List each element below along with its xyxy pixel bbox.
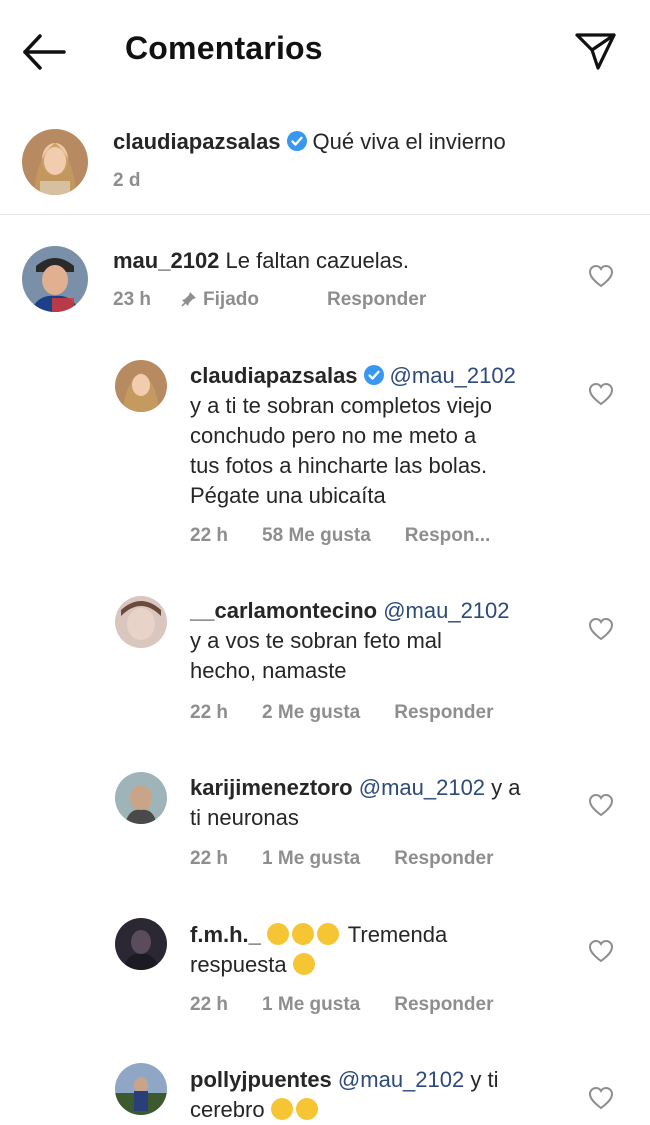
send-button[interactable] [572, 28, 618, 74]
comment-meta: 23 h Fijado Responder [113, 289, 460, 311]
like-button[interactable] [588, 939, 614, 963]
reply-body: y ti [470, 1067, 499, 1092]
reply-button[interactable]: Responder [394, 994, 493, 1015]
reply-meta: 22 h 1 Me gusta Responder [190, 848, 527, 870]
send-icon [575, 33, 616, 70]
reply-body: y a [491, 775, 521, 800]
reply-body-line: ti neuronas [190, 805, 299, 830]
pinned-label: Fijado [181, 289, 293, 310]
reply-time: 22 h [190, 525, 229, 546]
like-button[interactable] [588, 382, 614, 406]
reply-body-line: y a vos te sobran feto mal [190, 628, 442, 653]
like-button[interactable] [588, 617, 614, 641]
like-button[interactable] [588, 1086, 614, 1110]
reply-text: karijimeneztoro @mau_2102 y a ti neurona… [190, 773, 521, 833]
reply-username[interactable]: karijimeneztoro [190, 775, 353, 800]
reply-username[interactable]: __carlamontecino [190, 598, 377, 623]
reply-time: 22 h [190, 702, 229, 723]
reply-button[interactable]: Responder [327, 289, 426, 310]
heart-icon [588, 793, 614, 817]
laughing-emoji-icon [292, 953, 315, 975]
verified-icon [286, 129, 307, 151]
reply-text: __carlamontecino @mau_2102 y a vos te so… [190, 596, 510, 686]
scream-emoji-icon [292, 923, 315, 945]
likes-count[interactable]: 1 Me gusta [262, 994, 360, 1015]
reply-button[interactable]: Responder [394, 848, 493, 869]
reply-meta: 22 h 1 Me gusta Responder [190, 994, 527, 1016]
mention-link[interactable]: @mau_2102 [338, 1067, 464, 1092]
caption-username[interactable]: claudiapazsalas [113, 129, 281, 154]
heart-icon [588, 939, 614, 963]
reply-meta: 22 h 58 Me gusta Respon... [190, 525, 490, 547]
reply-meta: 22 h 2 Me gusta Responder [190, 702, 527, 724]
reply-avatar[interactable] [115, 772, 167, 824]
like-button[interactable] [588, 793, 614, 817]
caption-text: claudiapazsalas Qué viva el invierno [113, 127, 506, 157]
comment-username[interactable]: mau_2102 [113, 248, 219, 273]
like-button[interactable] [588, 264, 614, 288]
likes-count[interactable]: 58 Me gusta [262, 525, 371, 546]
reply-time: 22 h [190, 848, 229, 869]
mention-link[interactable]: @mau_2102 [383, 598, 509, 623]
reply-button[interactable]: Responder [394, 702, 493, 723]
sad-emoji-icon [295, 1098, 318, 1120]
caption-avatar[interactable] [22, 129, 88, 195]
scream-emoji-icon [267, 923, 290, 945]
reply-avatar[interactable] [115, 918, 167, 970]
reply-username[interactable]: f.m.h._ [190, 922, 261, 947]
caption-time: 2 d [113, 170, 141, 191]
rolling-eyes-emoji-icon [270, 1098, 293, 1120]
reply-body-line: Pégate una ubicaíta [190, 483, 386, 508]
likes-count[interactable]: 2 Me gusta [262, 702, 360, 723]
comment-body: Le faltan cazuelas. [225, 248, 410, 273]
reply-text: pollyjpuentes @mau_2102 y ti cerebro [190, 1065, 498, 1125]
scream-emoji-icon [317, 923, 340, 945]
mention-link[interactable]: @mau_2102 [359, 775, 485, 800]
comment-time: 23 h [113, 289, 152, 310]
reply-time: 22 h [190, 994, 229, 1015]
page-title: Comentarios [125, 30, 323, 66]
reply-body-line: tus fotos a hincharte las bolas. [190, 453, 488, 478]
reply-body-line: cerebro [190, 1097, 265, 1122]
back-arrow-icon [23, 34, 66, 70]
back-button[interactable] [20, 28, 68, 76]
heart-icon [588, 617, 614, 641]
mention-link[interactable]: @mau_2102 [390, 363, 516, 388]
reply-body-line: conchudo pero no me meto a [190, 423, 477, 448]
reply-text: f.m.h._ Tremenda respuesta [190, 920, 447, 980]
reply-body-line: hecho, namaste [190, 658, 347, 683]
comment-avatar[interactable] [22, 246, 88, 312]
likes-count[interactable]: 1 Me gusta [262, 848, 360, 869]
reply-avatar[interactable] [115, 596, 167, 648]
pin-icon [181, 292, 197, 307]
heart-icon [588, 264, 614, 288]
reply-username[interactable]: pollyjpuentes [190, 1067, 332, 1092]
reply-button[interactable]: Respon... [405, 525, 491, 546]
comment-text: mau_2102 Le faltan cazuelas. [113, 246, 409, 276]
heart-icon [588, 382, 614, 406]
caption-body: Qué viva el invierno [312, 129, 506, 154]
reply-body-line: respuesta [190, 952, 287, 977]
heart-icon [588, 1086, 614, 1110]
verified-icon [363, 363, 384, 385]
reply-avatar[interactable] [115, 360, 167, 412]
reply-username[interactable]: claudiapazsalas [190, 363, 358, 388]
reply-body-line: y a ti te sobran completos viejo [190, 393, 493, 418]
reply-body: Tremenda [347, 922, 448, 947]
divider [0, 214, 650, 215]
reply-avatar[interactable] [115, 1063, 167, 1115]
reply-text: claudiapazsalas @mau_2102 y a ti te sobra… [190, 361, 516, 511]
